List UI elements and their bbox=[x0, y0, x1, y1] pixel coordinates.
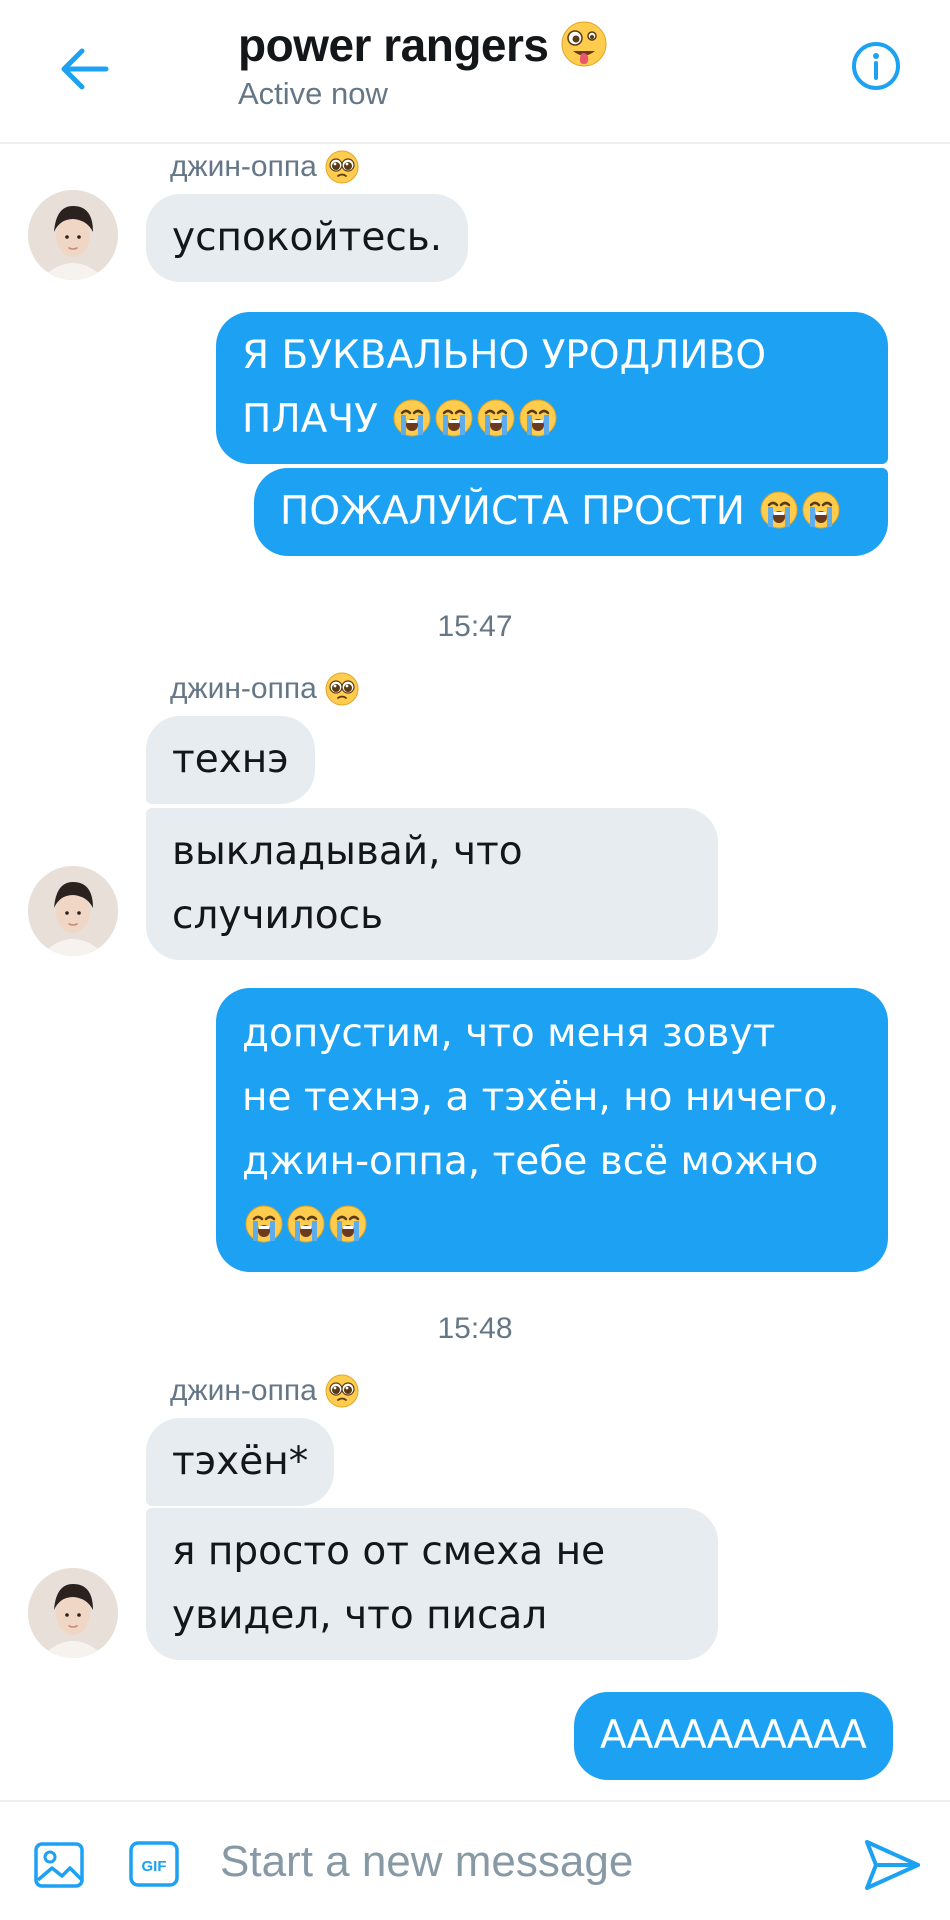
chat-screen: power rangers Active now джин-оппа успок… bbox=[0, 0, 950, 1920]
message-text-line: выкладывай, что bbox=[172, 829, 523, 874]
active-status: Active now bbox=[238, 76, 388, 111]
crying-face-icon bbox=[392, 398, 432, 438]
incoming-message[interactable]: тэхён* bbox=[146, 1418, 335, 1506]
pleading-face-icon bbox=[325, 672, 359, 706]
zany-face-icon bbox=[559, 19, 609, 72]
conversation-title-block: power rangers Active now bbox=[238, 18, 609, 112]
message-text-line: я просто от смеха не bbox=[172, 1529, 606, 1574]
conversation-title: power rangers bbox=[238, 19, 549, 71]
crying-face-icons bbox=[242, 1194, 862, 1258]
message-text-line: не технэ, а тэхён, но ничего, bbox=[242, 1075, 840, 1120]
outgoing-message[interactable]: АААААААААА bbox=[574, 1692, 893, 1780]
incoming-message[interactable]: технэ bbox=[146, 716, 315, 804]
message-text: успокойтесь. bbox=[172, 215, 443, 260]
arrow-left-icon[interactable] bbox=[52, 36, 116, 100]
outgoing-message[interactable]: допустим, что меня зовут не технэ, а тэх… bbox=[216, 988, 888, 1272]
crying-face-icon bbox=[801, 490, 841, 530]
image-icon[interactable] bbox=[32, 1838, 86, 1892]
message-text-line: увидел, что писал bbox=[172, 1593, 548, 1638]
crying-face-icon bbox=[328, 1204, 368, 1244]
crying-face-icon bbox=[434, 398, 474, 438]
send-icon[interactable] bbox=[862, 1836, 922, 1894]
gif-label: GIF bbox=[142, 1858, 167, 1875]
incoming-message[interactable]: выкладывай, что случилось bbox=[146, 808, 718, 960]
crying-face-icon bbox=[244, 1204, 284, 1244]
message-list[interactable]: джин-оппа успокойтесь. Я БУКВАЛЬНО УРОДЛ… bbox=[0, 144, 950, 1800]
pleading-face-icon bbox=[325, 1374, 359, 1408]
message-text-line: джин-оппа, тебе всё можно bbox=[242, 1139, 819, 1184]
avatar[interactable] bbox=[28, 1568, 118, 1658]
sender-name: джин-оппа bbox=[170, 1374, 359, 1408]
outgoing-message[interactable]: Я БУКВАЛЬНО УРОДЛИВО ПЛАЧУ bbox=[216, 312, 888, 464]
avatar[interactable] bbox=[28, 866, 118, 956]
sender-name: джин-оппа bbox=[170, 150, 359, 184]
incoming-message[interactable]: успокойтесь. bbox=[146, 194, 469, 282]
message-text-line: допустим, что меня зовут bbox=[242, 1011, 776, 1056]
info-icon[interactable] bbox=[848, 38, 904, 94]
message-input[interactable] bbox=[220, 1830, 820, 1894]
conversation-header: power rangers Active now bbox=[0, 0, 950, 144]
message-composer: GIF bbox=[0, 1800, 950, 1920]
avatar[interactable] bbox=[28, 190, 118, 280]
crying-face-icon bbox=[286, 1204, 326, 1244]
message-text: ПОЖАЛУЙСТА ПРОСТИ bbox=[280, 489, 745, 534]
crying-face-icon bbox=[476, 398, 516, 438]
message-text: технэ bbox=[172, 737, 289, 782]
message-text: тэхён* bbox=[172, 1439, 309, 1484]
timestamp: 15:48 bbox=[437, 1312, 513, 1345]
sender-name: джин-оппа bbox=[170, 672, 359, 706]
crying-face-icon bbox=[759, 490, 799, 530]
gif-button[interactable]: GIF bbox=[128, 1839, 180, 1889]
pleading-face-icon bbox=[325, 150, 359, 184]
outgoing-message[interactable]: ПОЖАЛУЙСТА ПРОСТИ bbox=[254, 468, 888, 556]
crying-face-icons bbox=[390, 397, 558, 442]
incoming-message[interactable]: я просто от смеха не увидел, что писал bbox=[146, 1508, 718, 1660]
message-text: АААААААААА bbox=[600, 1713, 867, 1758]
message-text-line: случилось bbox=[172, 893, 384, 938]
crying-face-icon bbox=[518, 398, 558, 438]
timestamp: 15:47 bbox=[437, 610, 513, 643]
